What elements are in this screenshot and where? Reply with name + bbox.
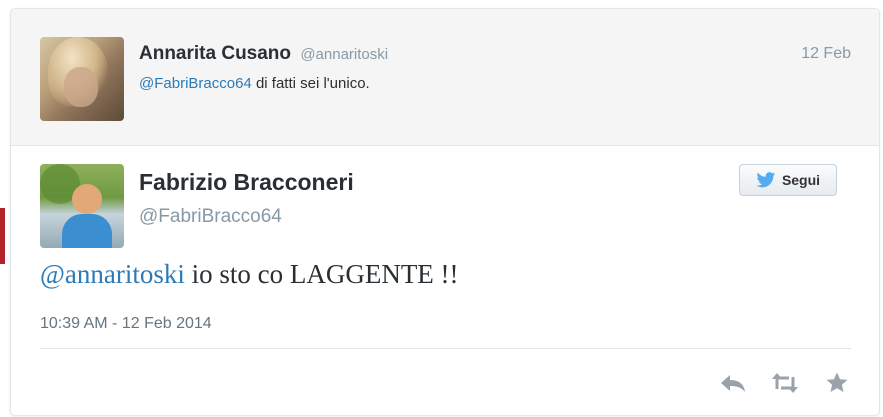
author-name[interactable]: Fabrizio Bracconeri	[139, 169, 354, 196]
avatar[interactable]	[40, 37, 124, 121]
reply-icon[interactable]	[719, 371, 747, 395]
retweet-icon[interactable]	[771, 371, 799, 395]
tweet-actions	[719, 371, 851, 395]
in-reply-to-tweet[interactable]: Annarita Cusano @annaritoski 12 Feb @Fab…	[11, 9, 879, 146]
reply-author-handle[interactable]: @annaritoski	[300, 46, 388, 63]
follow-label: Segui	[781, 172, 821, 188]
author-handle[interactable]: @FabriBracco64	[139, 206, 282, 228]
follow-button[interactable]: Segui	[739, 164, 837, 196]
reply-author-name[interactable]: Annarita Cusano	[139, 43, 291, 64]
reply-date[interactable]: 12 Feb	[801, 45, 851, 63]
mention-link[interactable]: @FabriBracco64	[139, 75, 252, 92]
divider	[40, 348, 851, 349]
tweet-timestamp[interactable]: 10:39 AM - 12 Feb 2014	[40, 315, 212, 333]
edge-decoration	[0, 208, 5, 264]
embedded-tweet-card: Annarita Cusano @annaritoski 12 Feb @Fab…	[10, 8, 880, 416]
reply-body: di fatti sei l'unico.	[251, 75, 370, 92]
star-icon[interactable]	[823, 371, 851, 395]
twitter-bird-icon	[756, 172, 776, 188]
avatar[interactable]	[40, 164, 124, 248]
reply-text: @FabriBracco64 di fatti sei l'unico.	[139, 75, 370, 92]
mention-link[interactable]: @annaritoski	[40, 259, 185, 289]
reply-author[interactable]: Annarita Cusano @annaritoski	[139, 43, 388, 65]
tweet-text: @annaritoski io sto co LAGGENTE !!	[40, 259, 459, 290]
tweet-body: io sto co LAGGENTE !!	[184, 259, 459, 289]
